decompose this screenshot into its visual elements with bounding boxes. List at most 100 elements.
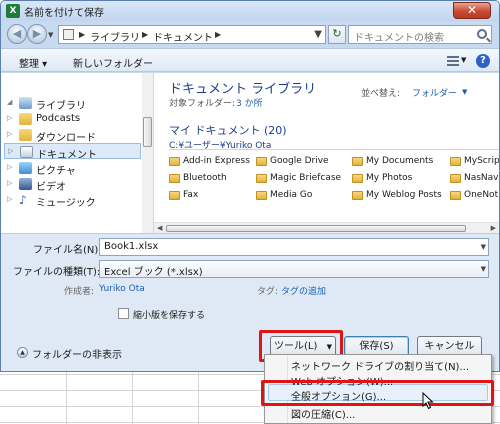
sidebar-item-label: ドキュメント [37, 150, 97, 161]
chevron-right-icon[interactable]: ▶ [215, 30, 221, 39]
target-folders-label: 対象フォルダー: [169, 99, 236, 109]
search-input[interactable]: ドキュメントの検索 [354, 29, 444, 44]
expander-icon[interactable]: ◢ [7, 98, 12, 106]
pictures-icon [19, 162, 32, 174]
organize-button[interactable]: 整理 ▾ [19, 55, 47, 70]
author-label: 作成者: [64, 287, 95, 297]
sidebar-item-pictures[interactable]: ▷ ピクチャ [1, 160, 149, 177]
navigation-bar: ◀ ▶ ▼ ▶ ライブラリ ▶ ドキュメント ▶ ▼ ↻ ドキュメントの検索 [1, 21, 499, 47]
breadcrumb-documents[interactable]: ドキュメント [153, 29, 213, 44]
chevron-down-icon[interactable]: ▼ [461, 56, 466, 64]
author-value[interactable]: Yuriko Ota [99, 284, 145, 294]
new-folder-button[interactable]: 新しいフォルダー [73, 55, 153, 70]
search-icon[interactable] [477, 29, 487, 39]
sidebar-item-downloads[interactable]: ▷ ダウンロード [1, 127, 149, 144]
folder-icon [450, 174, 461, 183]
filename-input[interactable]: Book1.xlsx ▼ [99, 238, 489, 256]
folder-icon [352, 191, 363, 200]
folder-icon [256, 191, 267, 200]
hide-folders-button[interactable]: フォルダーの非表示 [32, 346, 122, 361]
sidebar-item-podcasts[interactable]: ▷ Podcasts [1, 111, 149, 127]
chevron-down-icon[interactable]: ▼ [481, 243, 486, 251]
sort-by-label: 並べ替え: [361, 89, 401, 99]
save-options-form: ファイル名(N): Book1.xlsx ▼ ファイルの種類(T): Excel… [1, 233, 499, 333]
sidebar-item-music[interactable]: ▷ ♪ ミュージック [1, 192, 149, 209]
expander-icon[interactable]: ▷ [7, 179, 12, 187]
horizontal-scrollbar[interactable]: ◀ ▶ [154, 222, 499, 233]
general-options-highlight-frame [261, 380, 494, 406]
navigation-pane-scrollbar[interactable] [142, 73, 153, 233]
folder-icon [256, 174, 267, 183]
save-thumbnail-checkbox[interactable] [118, 308, 129, 319]
sidebar-item-label: ライブラリ [36, 101, 86, 112]
chevron-up-icon[interactable]: ▲ [17, 347, 28, 358]
expander-icon[interactable]: ▷ [7, 130, 12, 138]
sidebar-item-documents[interactable]: ▷ ドキュメント [4, 143, 141, 161]
folder-icon [352, 174, 363, 183]
menu-item-compress-pictures[interactable]: 図の圧縮(C)... [291, 406, 355, 421]
excel-app-icon: X [6, 4, 20, 18]
sidebar-item-label: ミュージック [36, 198, 96, 209]
expander-icon[interactable]: ▷ [7, 114, 12, 122]
tags-label: タグ: [257, 287, 279, 297]
folder-icon [450, 157, 461, 166]
navigation-pane: ◢ ライブラリ ▷ Podcasts ▷ ダウンロード ▷ ドキュメント ▷ ピ… [1, 73, 153, 233]
expander-icon[interactable]: ▷ [7, 163, 12, 171]
folder-icon [450, 191, 461, 200]
library-icon [19, 97, 32, 109]
chevron-right-icon[interactable]: ▶ [79, 30, 85, 39]
folder-icon [19, 129, 32, 141]
view-options-icon[interactable] [447, 55, 459, 66]
sort-by-link[interactable]: フォルダー [412, 86, 457, 99]
folder-icon [63, 29, 74, 40]
recent-pages-dropdown-icon[interactable]: ▼ [48, 31, 53, 39]
help-icon[interactable]: ? [476, 54, 490, 68]
save-thumbnail-label[interactable]: 縮小版を保存する [133, 308, 205, 321]
music-icon: ♪ [19, 193, 27, 207]
search-box[interactable]: ドキュメントの検索 [348, 25, 492, 44]
address-dropdown-icon[interactable]: ▼ [314, 29, 322, 40]
divider [169, 149, 499, 150]
sidebar-item-libraries[interactable]: ◢ ライブラリ [1, 95, 149, 112]
chevron-down-icon[interactable]: ▼ [481, 265, 486, 273]
sidebar-item-videos[interactable]: ▷ ビデオ [1, 176, 149, 193]
filetype-select[interactable]: Excel ブック (*.xlsx) ▼ [99, 260, 489, 278]
target-folders-link[interactable]: 3 か所 [236, 96, 263, 109]
breadcrumb-libraries[interactable]: ライブラリ [90, 29, 140, 44]
title-bar: X 名前を付けて保存 ✕ [1, 1, 499, 21]
sidebar-item-label: ビデオ [36, 182, 66, 193]
folder-icon [352, 157, 363, 166]
documents-icon [20, 146, 33, 158]
video-icon [19, 178, 32, 190]
chevron-down-icon[interactable]: ▼ [462, 88, 467, 96]
filename-label: ファイル名(N): [33, 245, 102, 256]
tags-add-link[interactable]: タグの追加 [281, 284, 326, 297]
address-bar[interactable]: ▶ ライブラリ ▶ ドキュメント ▶ ▼ [58, 25, 326, 44]
scrollbar-thumb[interactable] [143, 117, 152, 147]
sidebar-item-label: ピクチャ [36, 166, 76, 177]
close-button[interactable]: ✕ [453, 2, 491, 19]
folder-icon [169, 191, 180, 200]
forward-button[interactable]: ▶ [27, 24, 47, 44]
library-title: ドキュメント ライブラリ [169, 82, 317, 97]
filetype-value: Excel ブック (*.xlsx) [104, 267, 203, 278]
save-as-dialog: X 名前を付けて保存 ✕ ◀ ▶ ▼ ▶ ライブラリ ▶ ドキュメント ▶ ▼ … [0, 0, 500, 372]
refresh-button[interactable]: ↻ [328, 25, 346, 44]
filename-value: Book1.xlsx [104, 241, 159, 252]
menu-item-map-network-drive[interactable]: ネットワーク ドライブの割り当て(N)... [291, 358, 469, 373]
sidebar-item-label: ダウンロード [36, 133, 96, 144]
folder-icon [169, 157, 180, 166]
scroll-right-icon[interactable]: ▶ [491, 224, 496, 232]
section-title: マイ ドキュメント (20) [169, 124, 287, 137]
expander-icon[interactable]: ▷ [8, 147, 13, 155]
scroll-left-icon[interactable]: ◀ [157, 224, 162, 232]
sidebar-item-label: Podcasts [36, 113, 81, 124]
expander-icon[interactable]: ▷ [7, 195, 12, 203]
file-list-pane: ドキュメント ライブラリ 対象フォルダー: 3 か所 並べ替え: フォルダー ▼… [154, 73, 499, 233]
back-button[interactable]: ◀ [7, 24, 27, 44]
dialog-title: 名前を付けて保存 [24, 8, 104, 19]
chevron-right-icon[interactable]: ▶ [142, 30, 148, 39]
scrollbar-thumb[interactable] [166, 225, 466, 232]
folder-icon [169, 174, 180, 183]
mouse-pointer-icon [422, 392, 434, 410]
